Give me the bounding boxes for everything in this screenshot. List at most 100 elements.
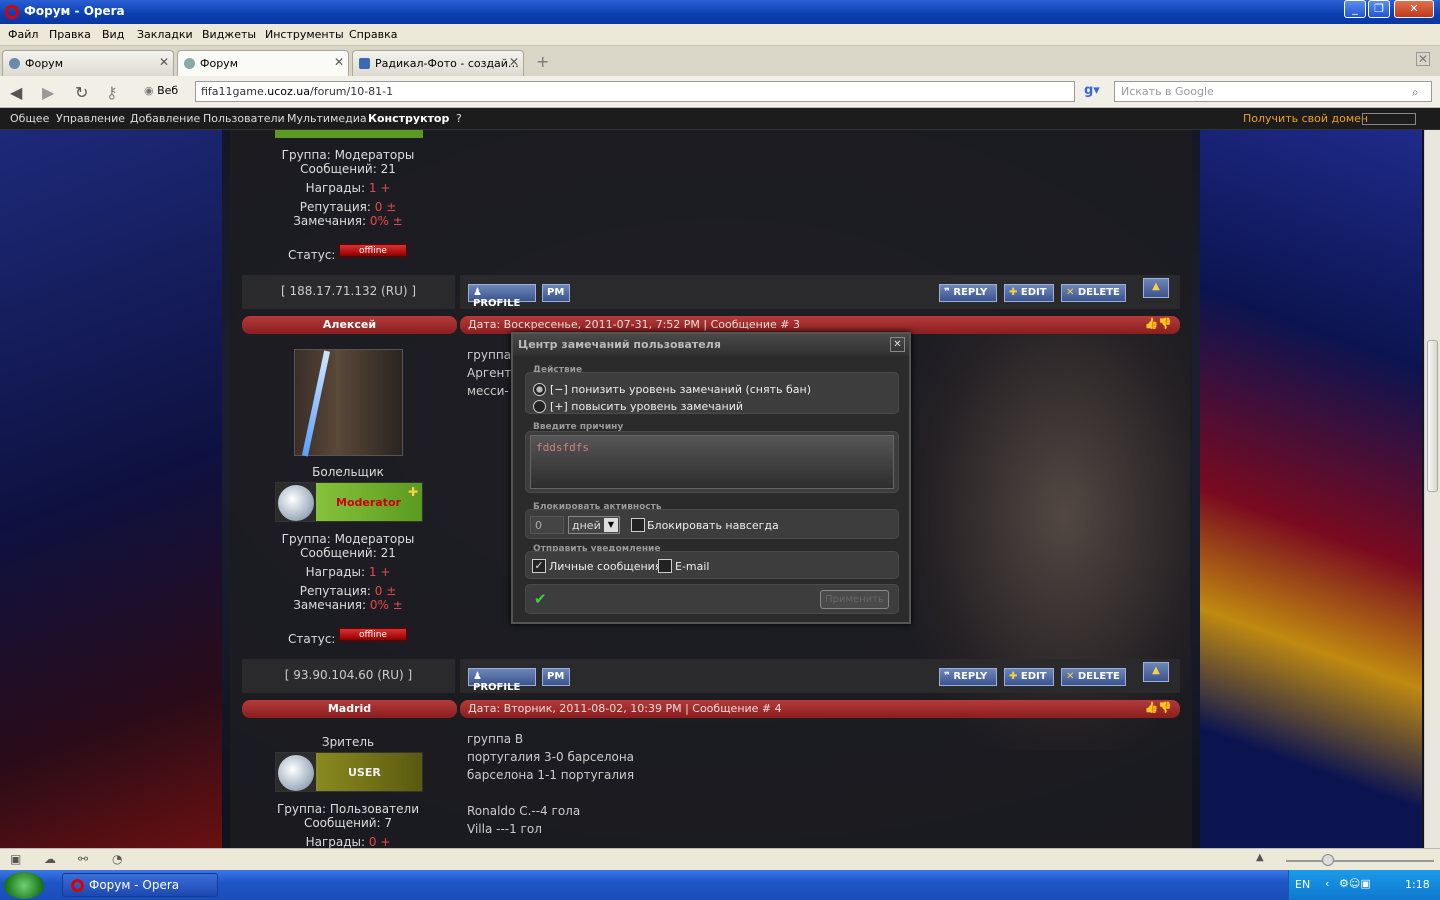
reply-button[interactable]: ❞ REPLY bbox=[939, 668, 997, 686]
post2-author[interactable]: Madrid bbox=[242, 700, 457, 718]
awards-value[interactable]: 1 bbox=[369, 565, 377, 579]
close-window-button[interactable]: ✕ bbox=[1394, 0, 1434, 18]
rep-change[interactable]: ± bbox=[386, 200, 396, 214]
edit-button[interactable]: ✚ EDIT bbox=[1004, 284, 1054, 302]
menu-edit[interactable]: Правка bbox=[49, 28, 91, 41]
menu-widgets[interactable]: Виджеты bbox=[202, 28, 256, 41]
maximize-button[interactable]: ❐ bbox=[1368, 0, 1390, 18]
tray-chevron-icon[interactable]: ‹ bbox=[1325, 877, 1329, 890]
profile-button[interactable]: ♟ PROFILE bbox=[468, 668, 536, 693]
forward-icon[interactable]: ▶ bbox=[42, 83, 54, 102]
search-icon[interactable]: ⌕ bbox=[1412, 85, 1419, 100]
reply-button[interactable]: ❞ REPLY bbox=[939, 284, 997, 302]
panel-icon[interactable]: ▣ bbox=[10, 852, 21, 866]
awards-add[interactable]: + bbox=[380, 565, 390, 579]
clock[interactable]: 1:18 bbox=[1405, 878, 1430, 891]
radio-decrease[interactable] bbox=[533, 383, 546, 396]
new-tab-icon[interactable]: + bbox=[536, 52, 549, 71]
ucoz-general[interactable]: Общее bbox=[10, 112, 49, 125]
apply-button[interactable]: Применить bbox=[820, 590, 889, 609]
radio-increase[interactable] bbox=[533, 400, 546, 413]
block-days-input[interactable]: 0 bbox=[530, 516, 564, 534]
speed-icon[interactable]: ◔ bbox=[112, 852, 122, 866]
awards-label: Награды: bbox=[305, 835, 366, 848]
ucoz-multimedia[interactable]: Мультимедиа bbox=[287, 112, 367, 125]
close-tab-icon[interactable]: ✕ bbox=[159, 55, 169, 69]
ucoz-help[interactable]: ? bbox=[456, 112, 462, 125]
ucoz-users[interactable]: Пользователи bbox=[203, 112, 285, 125]
menu-file[interactable]: Файл bbox=[8, 28, 38, 41]
search-input[interactable]: Искать в Google bbox=[1114, 81, 1432, 102]
get-domain-link[interactable]: Получить свой домен bbox=[1243, 112, 1368, 125]
block-forever-checkbox[interactable] bbox=[631, 518, 645, 532]
menu-help[interactable]: Справка bbox=[349, 28, 397, 41]
scrollbar-thumb[interactable] bbox=[1427, 340, 1438, 492]
pm-button[interactable]: PM bbox=[542, 284, 570, 302]
zoom-up-icon[interactable]: ▲ bbox=[1256, 852, 1264, 863]
rep-value[interactable]: 0 bbox=[375, 200, 383, 214]
google-icon[interactable]: g▾ bbox=[1084, 83, 1100, 98]
url-path: /forum/10-81-1 bbox=[309, 85, 394, 98]
tab-forum-1[interactable]: Форум ✕ bbox=[2, 50, 174, 76]
reload-icon[interactable]: ↻ bbox=[75, 83, 88, 102]
notify-pm-checkbox[interactable]: ✓ bbox=[532, 559, 546, 573]
awards-add[interactable]: + bbox=[380, 835, 390, 848]
delete-button[interactable]: ✕ DELETE bbox=[1061, 284, 1126, 302]
menu-tools[interactable]: Инструменты bbox=[265, 28, 344, 41]
close-tab-icon[interactable]: ✕ bbox=[509, 55, 519, 69]
toggle-panel-icon[interactable] bbox=[1362, 113, 1416, 125]
key-icon[interactable]: ⚷ bbox=[106, 83, 118, 102]
back-icon[interactable]: ◀ bbox=[10, 83, 22, 102]
rep-value[interactable]: 0 bbox=[375, 584, 383, 598]
tray-icons[interactable]: ⚙☺▣ bbox=[1339, 877, 1371, 890]
profile-button[interactable]: ♟ PROFILE bbox=[468, 284, 536, 309]
close-icon[interactable]: ✕ bbox=[890, 337, 905, 352]
rep-change[interactable]: ± bbox=[386, 584, 396, 598]
minimize-button[interactable]: _ bbox=[1344, 0, 1366, 18]
delete-button[interactable]: ✕ DELETE bbox=[1061, 668, 1126, 686]
awards-value[interactable]: 1 bbox=[369, 181, 377, 195]
avatar[interactable] bbox=[294, 349, 403, 457]
close-tab-icon[interactable]: ✕ bbox=[334, 55, 344, 69]
ucoz-constructor[interactable]: Конструктор bbox=[368, 112, 449, 125]
zoom-slider-handle[interactable] bbox=[1322, 854, 1334, 866]
tab-radikal[interactable]: Радикал-Фото - создай… ✕ bbox=[352, 50, 524, 76]
scroll-top-button[interactable]: ▲ bbox=[1143, 278, 1169, 298]
address-bar[interactable]: fifa11game.ucoz.ua/forum/10-81-1 bbox=[195, 81, 1075, 102]
tab-forum-2[interactable]: Форум ✕ bbox=[177, 50, 349, 76]
menu-view[interactable]: Вид bbox=[102, 28, 124, 41]
block-forever-label[interactable]: Блокировать навсегда bbox=[647, 519, 779, 532]
ucoz-add[interactable]: Добавление bbox=[130, 112, 200, 125]
web-security-badge[interactable]: ◉ Веб bbox=[140, 81, 192, 102]
pm-button[interactable]: PM bbox=[542, 668, 570, 686]
rating-icons[interactable]: 👍👎 bbox=[1145, 317, 1172, 330]
notify-email-label[interactable]: E-mail bbox=[675, 560, 710, 573]
awards-add[interactable]: + bbox=[380, 181, 390, 195]
radio-increase-label[interactable]: [+] повысить уровень замечаний bbox=[550, 400, 743, 413]
warn-change[interactable]: ± bbox=[393, 598, 403, 612]
notify-pm-label[interactable]: Личные сообщения bbox=[549, 560, 661, 573]
rating-icons[interactable]: 👍👎 bbox=[1145, 701, 1172, 714]
reason-textarea[interactable]: fddsfdfs bbox=[530, 435, 894, 489]
close-all-icon[interactable]: ✕ bbox=[1416, 52, 1430, 66]
radio-decrease-label[interactable]: [−] понизить уровень замечаний (снять ба… bbox=[550, 383, 811, 396]
notify-email-checkbox[interactable] bbox=[658, 559, 672, 573]
edit-button[interactable]: ✚ EDIT bbox=[1004, 668, 1054, 686]
scroll-top-button[interactable]: ▲ bbox=[1143, 662, 1169, 682]
post-line bbox=[467, 784, 634, 802]
warn-change[interactable]: ± bbox=[393, 214, 403, 228]
zoom-slider[interactable] bbox=[1286, 860, 1434, 862]
language-indicator[interactable]: EN bbox=[1295, 878, 1310, 891]
block-unit-select[interactable]: дней ▼ bbox=[568, 516, 620, 534]
post1-author[interactable]: Алексей bbox=[242, 316, 457, 334]
warn-value[interactable]: 0% bbox=[370, 598, 389, 612]
share-icon[interactable]: ⚯ bbox=[78, 852, 88, 866]
menu-bookmarks[interactable]: Закладки bbox=[137, 28, 193, 41]
warn-value[interactable]: 0% bbox=[370, 214, 389, 228]
awards-value[interactable]: 0 bbox=[369, 835, 377, 848]
ucoz-manage[interactable]: Управление bbox=[56, 112, 125, 125]
page-scrollbar[interactable] bbox=[1424, 130, 1440, 848]
taskbar-app-opera[interactable]: Форум - Opera bbox=[62, 873, 218, 897]
start-button[interactable] bbox=[4, 872, 44, 899]
cloud-icon[interactable]: ☁ bbox=[44, 852, 56, 866]
